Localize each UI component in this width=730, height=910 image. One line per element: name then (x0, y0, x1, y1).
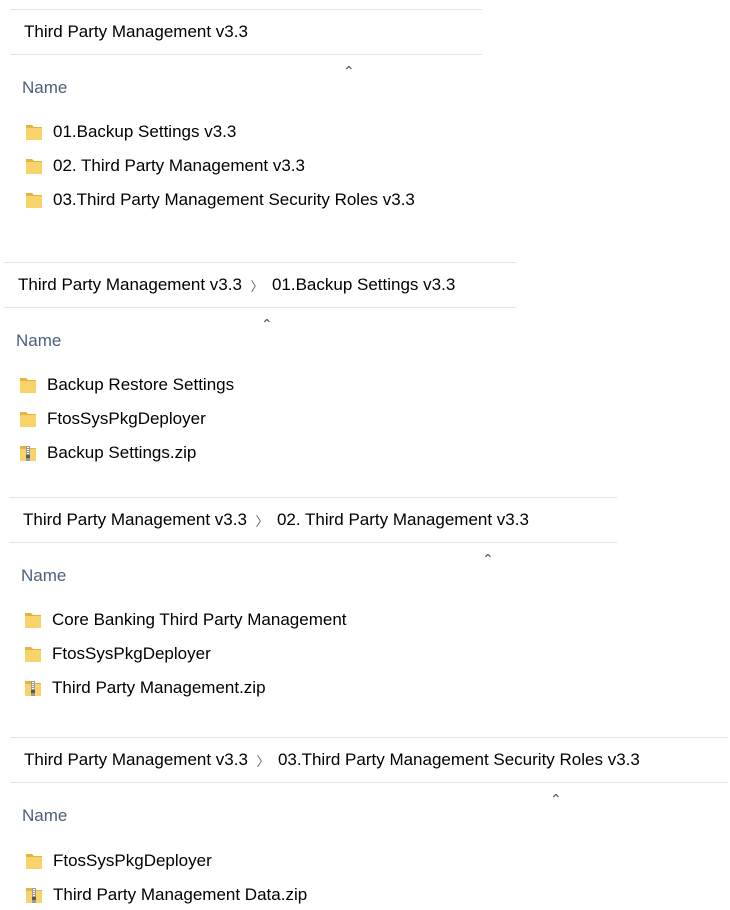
folder-icon (20, 376, 36, 394)
zip-folder-icon (20, 444, 36, 462)
folder-icon (26, 191, 42, 209)
breadcrumb-item-root[interactable]: Third Party Management v3.3 (22, 750, 250, 770)
list-item[interactable]: FtosSysPkgDeployer (25, 639, 211, 669)
folder-icon (25, 645, 41, 663)
name-column-header[interactable]: Name (16, 331, 61, 351)
folder-icon (20, 410, 36, 428)
breadcrumb: Third Party Management v3.3 〉 03.Third P… (10, 737, 728, 783)
list-item[interactable]: Backup Restore Settings (20, 370, 234, 400)
sort-ascending-icon: ⌃ (482, 551, 494, 567)
explorer-panel-security-roles: Third Party Management v3.3 〉 03.Third P… (10, 737, 728, 907)
breadcrumb-item-current[interactable]: 03.Third Party Management Security Roles… (276, 750, 642, 770)
chevron-right-icon: 〉 (250, 278, 264, 294)
item-name: Backup Restore Settings (47, 375, 235, 394)
item-name: 03.Third Party Management Security Roles… (53, 190, 415, 209)
name-column-header[interactable]: Name (22, 806, 67, 826)
list-item[interactable]: Third Party Management Data.zip (26, 880, 307, 910)
list-item[interactable]: Core Banking Third Party Management (25, 605, 347, 635)
item-name: FtosSysPkgDeployer (47, 409, 206, 428)
item-name: FtosSysPkgDeployer (52, 644, 211, 663)
folder-icon (26, 157, 42, 175)
item-name: Core Banking Third Party Management (52, 610, 347, 629)
folder-icon (26, 123, 42, 141)
sort-ascending-icon: ⌃ (343, 63, 355, 79)
item-name: Third Party Management.zip (52, 678, 266, 697)
item-name: Backup Settings.zip (47, 443, 197, 462)
list-item[interactable]: 03.Third Party Management Security Roles… (26, 185, 415, 215)
item-name: 02. Third Party Management v3.3 (53, 156, 305, 175)
list-item[interactable]: FtosSysPkgDeployer (20, 404, 206, 434)
item-name: 01.Backup Settings v3.3 (53, 122, 237, 141)
folder-icon (26, 852, 42, 870)
breadcrumb-item-current[interactable]: 01.Backup Settings v3.3 (270, 275, 457, 295)
explorer-panel-root: Third Party Management v3.3 ⌃ Name 01.Ba… (10, 9, 482, 224)
list-item[interactable]: 01.Backup Settings v3.3 (26, 117, 236, 147)
breadcrumb-item-root[interactable]: Third Party Management v3.3 (22, 22, 250, 42)
item-name: FtosSysPkgDeployer (53, 851, 212, 870)
sort-ascending-icon: ⌃ (261, 316, 273, 332)
folder-icon (25, 611, 41, 629)
zip-folder-icon (25, 679, 41, 697)
sort-ascending-icon: ⌃ (550, 791, 562, 807)
breadcrumb-item-current[interactable]: 02. Third Party Management v3.3 (275, 510, 531, 530)
item-name: Third Party Management Data.zip (53, 885, 308, 904)
list-item[interactable]: Backup Settings.zip (20, 438, 196, 468)
breadcrumb: Third Party Management v3.3 (10, 9, 482, 55)
list-item[interactable]: Third Party Management.zip (25, 673, 266, 703)
breadcrumb-item-root[interactable]: Third Party Management v3.3 (16, 275, 244, 295)
chevron-right-icon: 〉 (256, 753, 270, 769)
chevron-right-icon: 〉 (255, 513, 269, 529)
breadcrumb-item-root[interactable]: Third Party Management v3.3 (21, 510, 249, 530)
list-item[interactable]: 02. Third Party Management v3.3 (26, 151, 305, 181)
breadcrumb: Third Party Management v3.3 〉 01.Backup … (4, 262, 516, 308)
list-item[interactable]: FtosSysPkgDeployer (26, 846, 212, 876)
zip-folder-icon (26, 886, 42, 904)
breadcrumb: Third Party Management v3.3 〉 02. Third … (9, 497, 617, 543)
name-column-header[interactable]: Name (21, 566, 66, 586)
explorer-panel-backup-settings: Third Party Management v3.3 〉 01.Backup … (4, 262, 516, 477)
name-column-header[interactable]: Name (22, 78, 67, 98)
explorer-panel-third-party-management: Third Party Management v3.3 〉 02. Third … (9, 497, 617, 712)
